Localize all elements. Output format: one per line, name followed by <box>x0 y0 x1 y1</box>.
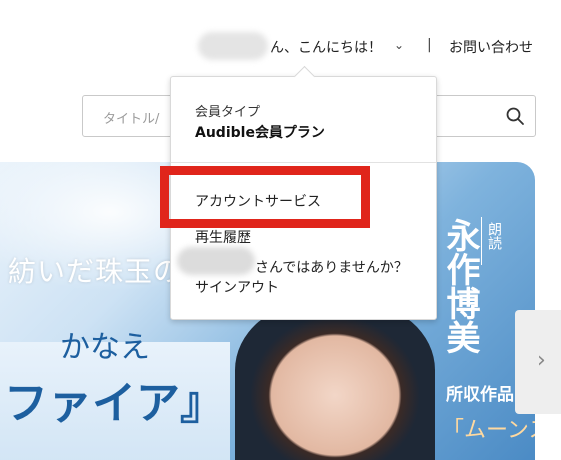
contact-link[interactable]: お問い合わせ <box>449 37 533 57</box>
plan-label: 会員タイプ <box>195 105 261 120</box>
highlight-box <box>160 166 370 228</box>
works-label: 所収作品 <box>446 385 514 405</box>
blurred-username <box>198 32 268 60</box>
works-title: 「ムーンストーン <box>442 418 535 443</box>
search-icon[interactable] <box>505 106 525 130</box>
narrator-label: 朗読 <box>486 222 502 250</box>
narrator-portrait <box>235 302 435 460</box>
header-separator: | <box>427 37 432 53</box>
plan-name: Audible会員プラン <box>195 125 325 141</box>
chevron-right-icon: › <box>537 348 546 373</box>
menu-item-sign-out[interactable]: サインアウト <box>195 277 279 297</box>
chevron-down-icon[interactable]: ⌄ <box>394 38 404 52</box>
menu-divider <box>171 162 436 163</box>
carousel-next-button[interactable]: › <box>515 310 561 414</box>
blurred-username <box>177 247 255 275</box>
menu-item-listening-history[interactable]: 再生履歴 <box>195 227 251 247</box>
greeting-text[interactable]: ん、こんにちは！ <box>270 37 382 57</box>
hero-title-line2: かなえ <box>60 330 150 365</box>
hero-title-line3: ファイア』 <box>4 378 224 429</box>
menu-item-not-you[interactable]: さんではありませんか？ <box>255 257 408 277</box>
narrator-name: 永作博美 <box>440 218 480 354</box>
search-input[interactable]: タイトル/ <box>103 108 159 127</box>
